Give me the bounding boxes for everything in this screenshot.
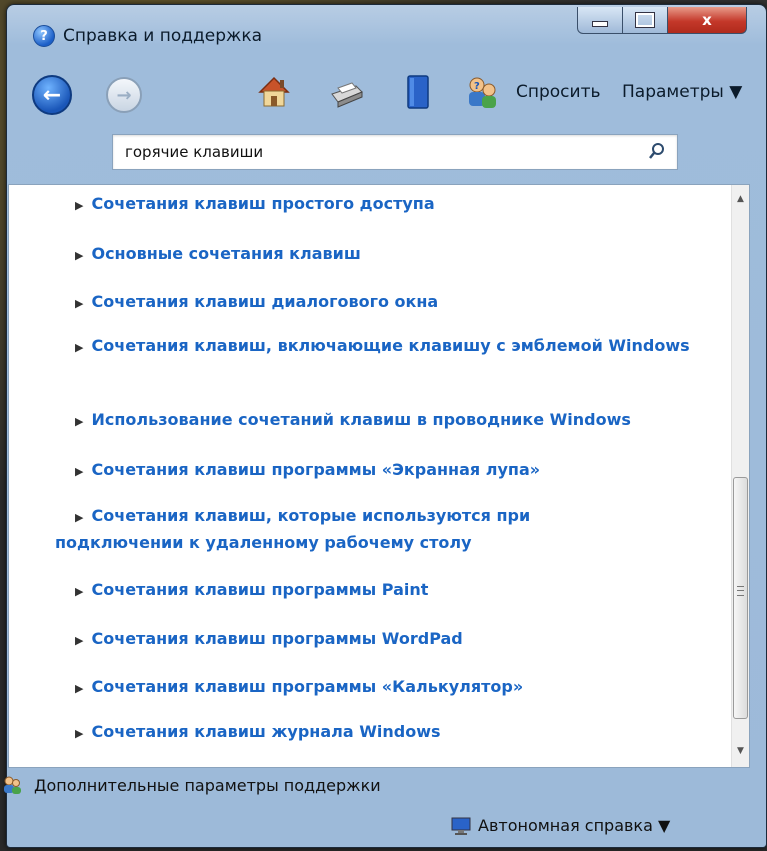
scrollbar-thumb[interactable] — [733, 477, 748, 719]
help-icon: ? — [33, 25, 55, 47]
bullet-arrow-icon: ▶ — [75, 634, 84, 647]
scroll-up-icon[interactable]: ▲ — [732, 190, 749, 207]
result-link[interactable]: ▶ Сочетания клавиш простого доступа — [75, 191, 725, 218]
forward-arrow-icon: → — [116, 84, 132, 106]
close-icon: x — [702, 11, 712, 29]
search-input[interactable]: горячие клавиши — [125, 143, 263, 161]
svg-text:?: ? — [474, 81, 480, 92]
result-link[interactable]: ▶ Сочетания клавиш, которые используются … — [55, 503, 615, 555]
search-results-panel: ▶ Сочетания клавиш простого доступа ▶ Осно… — [8, 184, 750, 768]
bullet-arrow-icon: ▶ — [75, 249, 84, 262]
browse-help-book-icon[interactable] — [398, 72, 438, 112]
print-icon[interactable] — [326, 72, 366, 112]
back-button[interactable]: ← — [32, 75, 72, 115]
result-link[interactable]: ▶ Использование сочетаний клавиш в провод… — [75, 407, 725, 434]
bullet-arrow-icon: ▶ — [75, 199, 84, 212]
maximize-button[interactable] — [622, 7, 668, 34]
options-menu-button[interactable]: Параметры ▼ — [622, 82, 742, 102]
result-link[interactable]: ▶ Сочетания клавиш журнала Windows — [75, 719, 725, 746]
close-button[interactable]: x — [667, 7, 747, 34]
more-support-options-link[interactable]: Дополнительные параметры поддержки — [34, 776, 381, 795]
result-link[interactable]: ▶ Сочетания клавиш программы WordPad — [75, 626, 725, 653]
bullet-arrow-icon: ▶ — [75, 415, 84, 428]
result-link[interactable]: ▶ Сочетания клавиш программы Paint — [75, 577, 725, 604]
forward-button[interactable]: → — [106, 77, 142, 113]
search-icon[interactable] — [647, 141, 667, 161]
offline-help-dropdown[interactable]: Автономная справка ▼ — [478, 816, 670, 835]
bullet-arrow-icon: ▶ — [75, 465, 84, 478]
minimize-button[interactable] — [577, 7, 623, 34]
back-arrow-icon: ← — [42, 82, 62, 108]
support-people-icon — [4, 776, 21, 794]
result-link[interactable]: ▶ Основные сочетания клавиш — [75, 241, 725, 268]
bullet-arrow-icon: ▶ — [75, 727, 84, 740]
computer-icon — [451, 817, 471, 835]
maximize-icon — [635, 12, 655, 28]
result-link[interactable]: ▶ Сочетания клавиш программы «Калькулятор… — [75, 674, 725, 701]
ask-button[interactable]: Спросить — [516, 82, 601, 102]
result-link[interactable]: ▶ Сочетания клавиш программы «Экранная лу… — [75, 457, 725, 484]
vertical-scrollbar[interactable]: ▲ ▼ — [731, 185, 749, 767]
bullet-arrow-icon: ▶ — [75, 341, 84, 354]
grip-icon — [737, 586, 744, 596]
window-title: Справка и поддержка — [63, 26, 263, 46]
bullet-arrow-icon: ▶ — [75, 682, 84, 695]
title-bar[interactable]: ? Справка и поддержка x — [7, 5, 766, 49]
home-icon[interactable] — [254, 72, 294, 112]
bullet-arrow-icon: ▶ — [75, 297, 84, 310]
ask-people-icon[interactable]: ? — [462, 72, 502, 112]
result-link[interactable]: ▶ Сочетания клавиш диалогового окна — [75, 289, 725, 316]
result-link[interactable]: ▶ Сочетания клавиш, включающие клавишу с … — [55, 333, 695, 360]
bullet-arrow-icon: ▶ — [75, 511, 84, 524]
minimize-icon — [592, 21, 608, 27]
search-box[interactable]: горячие клавиши — [112, 134, 678, 170]
bullet-arrow-icon: ▶ — [75, 585, 84, 598]
scroll-down-icon[interactable]: ▼ — [732, 742, 749, 759]
